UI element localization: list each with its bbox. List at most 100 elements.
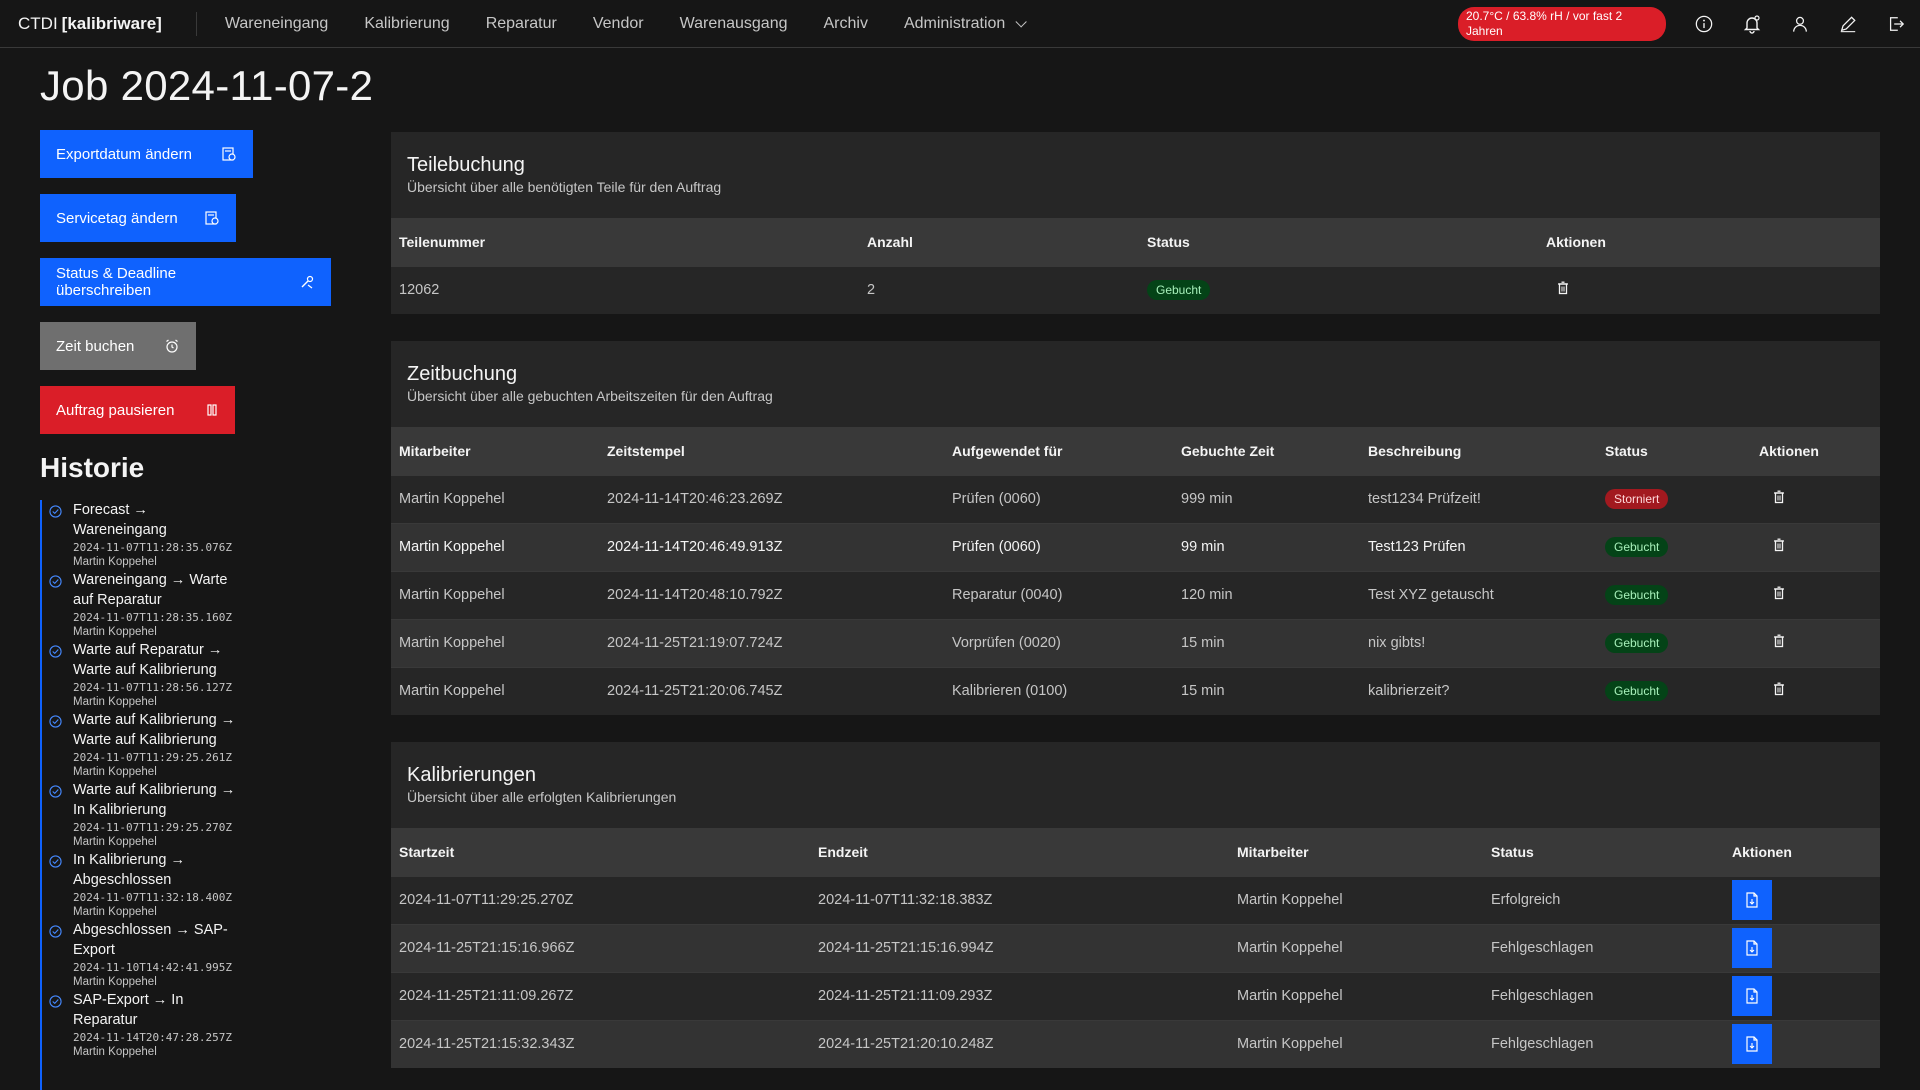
document-download-icon bbox=[1745, 892, 1759, 908]
history-timestamp: 2024-11-07T11:28:35.160Z bbox=[73, 611, 232, 624]
column-header[interactable]: Beschreibung bbox=[1360, 427, 1597, 475]
history-transition: Forecast → Wareneingang bbox=[73, 502, 167, 538]
logout-icon[interactable] bbox=[1872, 0, 1920, 48]
pause-order-button[interactable]: Auftrag pausieren bbox=[40, 386, 235, 434]
spent-for: Vorprüfen (0020) bbox=[944, 618, 1173, 667]
info-icon[interactable] bbox=[1680, 0, 1728, 48]
part-number: 12062 bbox=[391, 265, 859, 314]
override-status-deadline-button[interactable]: Status & Deadline überschreiben bbox=[40, 258, 331, 306]
column-header[interactable]: Aufgewendet für bbox=[944, 427, 1173, 475]
history-timestamp: 2024-11-14T20:47:28.257Z bbox=[73, 1031, 232, 1044]
calibration-status: Fehlgeschlagen bbox=[1483, 1019, 1724, 1068]
actions-cell bbox=[1724, 1019, 1880, 1068]
user-icon[interactable] bbox=[1776, 0, 1824, 48]
employee: Martin Koppehel bbox=[391, 570, 599, 619]
history-user: Martin Koppehel bbox=[73, 976, 157, 988]
column-header[interactable]: Gebuchte Zeit bbox=[1173, 427, 1360, 475]
booked-time: 99 min bbox=[1173, 522, 1360, 571]
checkmark-icon bbox=[49, 713, 62, 733]
history-transition: Warte auf Kalibrierung → Warte auf Kalib… bbox=[73, 712, 236, 748]
actions-cell bbox=[1724, 923, 1880, 972]
nav-administration-label: Administration bbox=[903, 14, 1006, 32]
actions-cell bbox=[1751, 666, 1880, 715]
history-transition: Warte auf Kalibrierung → In Kalibrierung bbox=[73, 782, 236, 818]
history-item: SAP-Export → In Reparatur 2024-11-14T20:4… bbox=[42, 990, 260, 1060]
book-time-button[interactable]: Zeit buchen bbox=[40, 322, 196, 370]
delete-icon[interactable] bbox=[1772, 682, 1786, 696]
spent-for: Kalibrieren (0100) bbox=[944, 666, 1173, 715]
employee: Martin Koppehel bbox=[1229, 971, 1483, 1020]
column-header[interactable]: Mitarbeiter bbox=[1229, 828, 1483, 876]
delete-icon[interactable] bbox=[1772, 586, 1786, 600]
chevron-down-icon bbox=[1015, 15, 1028, 28]
timestamp: 2024-11-14T20:46:49.913Z bbox=[599, 522, 944, 571]
table-row: 2024-11-25T21:15:16.966Z 2024-11-25T21:15… bbox=[391, 923, 1880, 972]
delete-icon[interactable] bbox=[1556, 281, 1570, 295]
parts-booking-table: Teilenummer Anzahl Status Aktionen 12062… bbox=[391, 218, 1880, 314]
description: kalibrierzeit? bbox=[1360, 666, 1597, 715]
table-row: Martin Koppehel 2024-11-14T20:48:10.792Z R… bbox=[391, 570, 1880, 619]
delete-icon[interactable] bbox=[1772, 634, 1786, 648]
delete-icon[interactable] bbox=[1772, 538, 1786, 552]
notification-icon[interactable] bbox=[1728, 0, 1776, 48]
delete-icon[interactable] bbox=[1772, 490, 1786, 504]
history-timestamp: 2024-11-07T11:29:25.261Z bbox=[73, 751, 232, 764]
history-user: Martin Koppehel bbox=[73, 626, 157, 638]
nav-vendor[interactable]: Vendor bbox=[575, 0, 662, 47]
table-row: 2024-11-07T11:29:25.270Z 2024-11-07T11:32… bbox=[391, 875, 1880, 924]
employee: Martin Koppehel bbox=[1229, 923, 1483, 972]
column-header: Aktionen bbox=[1751, 427, 1880, 475]
pause-order-label: Auftrag pausieren bbox=[56, 401, 175, 419]
edit-icon[interactable] bbox=[1824, 0, 1872, 48]
column-header[interactable]: Status bbox=[1139, 218, 1538, 266]
brand-prefix: CTDI bbox=[18, 13, 58, 33]
employee: Martin Koppehel bbox=[391, 618, 599, 667]
history-user: Martin Koppehel bbox=[73, 836, 157, 848]
nav-warenausgang[interactable]: Warenausgang bbox=[662, 0, 806, 47]
download-report-button[interactable] bbox=[1732, 928, 1772, 968]
employee: Martin Koppehel bbox=[391, 474, 599, 523]
status-cell: Gebucht bbox=[1597, 618, 1751, 667]
timestamp: 2024-11-25T21:20:06.745Z bbox=[599, 666, 944, 715]
history-timestamp: 2024-11-07T11:32:18.400Z bbox=[73, 891, 232, 904]
history-transition: Abgeschlossen → SAP-Export bbox=[73, 922, 228, 958]
time-booking-table: Mitarbeiter Zeitstempel Aufgewendet für … bbox=[391, 427, 1880, 715]
history-item: Wareneingang → Warte auf Reparatur 2024-1… bbox=[42, 570, 260, 640]
spent-for: Prüfen (0060) bbox=[944, 522, 1173, 571]
change-export-date-button[interactable]: Exportdatum ändern bbox=[40, 130, 253, 178]
table-row: Martin Koppehel 2024-11-14T20:46:49.913Z P… bbox=[391, 522, 1880, 571]
column-header: Aktionen bbox=[1724, 828, 1880, 876]
download-report-button[interactable] bbox=[1732, 880, 1772, 920]
nav-reparatur[interactable]: Reparatur bbox=[468, 0, 575, 47]
download-report-button[interactable] bbox=[1732, 1024, 1772, 1065]
document-download-icon bbox=[1745, 1036, 1759, 1052]
column-header[interactable]: Zeitstempel bbox=[599, 427, 944, 475]
column-header[interactable]: Teilenummer bbox=[391, 218, 859, 266]
column-header[interactable]: Anzahl bbox=[859, 218, 1139, 266]
brand[interactable]: CTDI [kalibriware] bbox=[0, 11, 197, 36]
start-time: 2024-11-07T11:29:25.270Z bbox=[391, 875, 810, 924]
calibrations-header: Kalibrierungen Übersicht über alle erfol… bbox=[391, 742, 1880, 828]
column-header[interactable]: Status bbox=[1597, 427, 1751, 475]
checkmark-icon bbox=[49, 923, 62, 943]
nav-administration[interactable]: Administration bbox=[886, 0, 1041, 47]
alarm-clock-icon bbox=[164, 338, 180, 354]
parts-booking-subtitle: Übersicht über alle benötigten Teile für… bbox=[407, 179, 722, 195]
booked-time: 120 min bbox=[1173, 570, 1360, 619]
checkmark-icon bbox=[49, 503, 62, 523]
column-header[interactable]: Status bbox=[1483, 828, 1724, 876]
column-header[interactable]: Mitarbeiter bbox=[391, 427, 599, 475]
nav-kalibrierung[interactable]: Kalibrierung bbox=[346, 0, 467, 47]
history-timeline: Forecast → Wareneingang 2024-11-07T11:28:… bbox=[40, 500, 260, 1090]
calibration-status: Fehlgeschlagen bbox=[1483, 971, 1724, 1020]
change-servicetag-button[interactable]: Servicetag ändern bbox=[40, 194, 236, 242]
nav-wareneingang[interactable]: Wareneingang bbox=[207, 0, 346, 47]
download-report-button[interactable] bbox=[1732, 976, 1772, 1016]
page-scrollbar[interactable] bbox=[1912, 48, 1920, 1080]
column-header[interactable]: Startzeit bbox=[391, 828, 810, 876]
description: test1234 Prüfzeit! bbox=[1360, 474, 1597, 523]
nav-archiv[interactable]: Archiv bbox=[806, 0, 886, 47]
column-header[interactable]: Endzeit bbox=[810, 828, 1229, 876]
actions-cell bbox=[1724, 875, 1880, 924]
booked-time: 999 min bbox=[1173, 474, 1360, 523]
